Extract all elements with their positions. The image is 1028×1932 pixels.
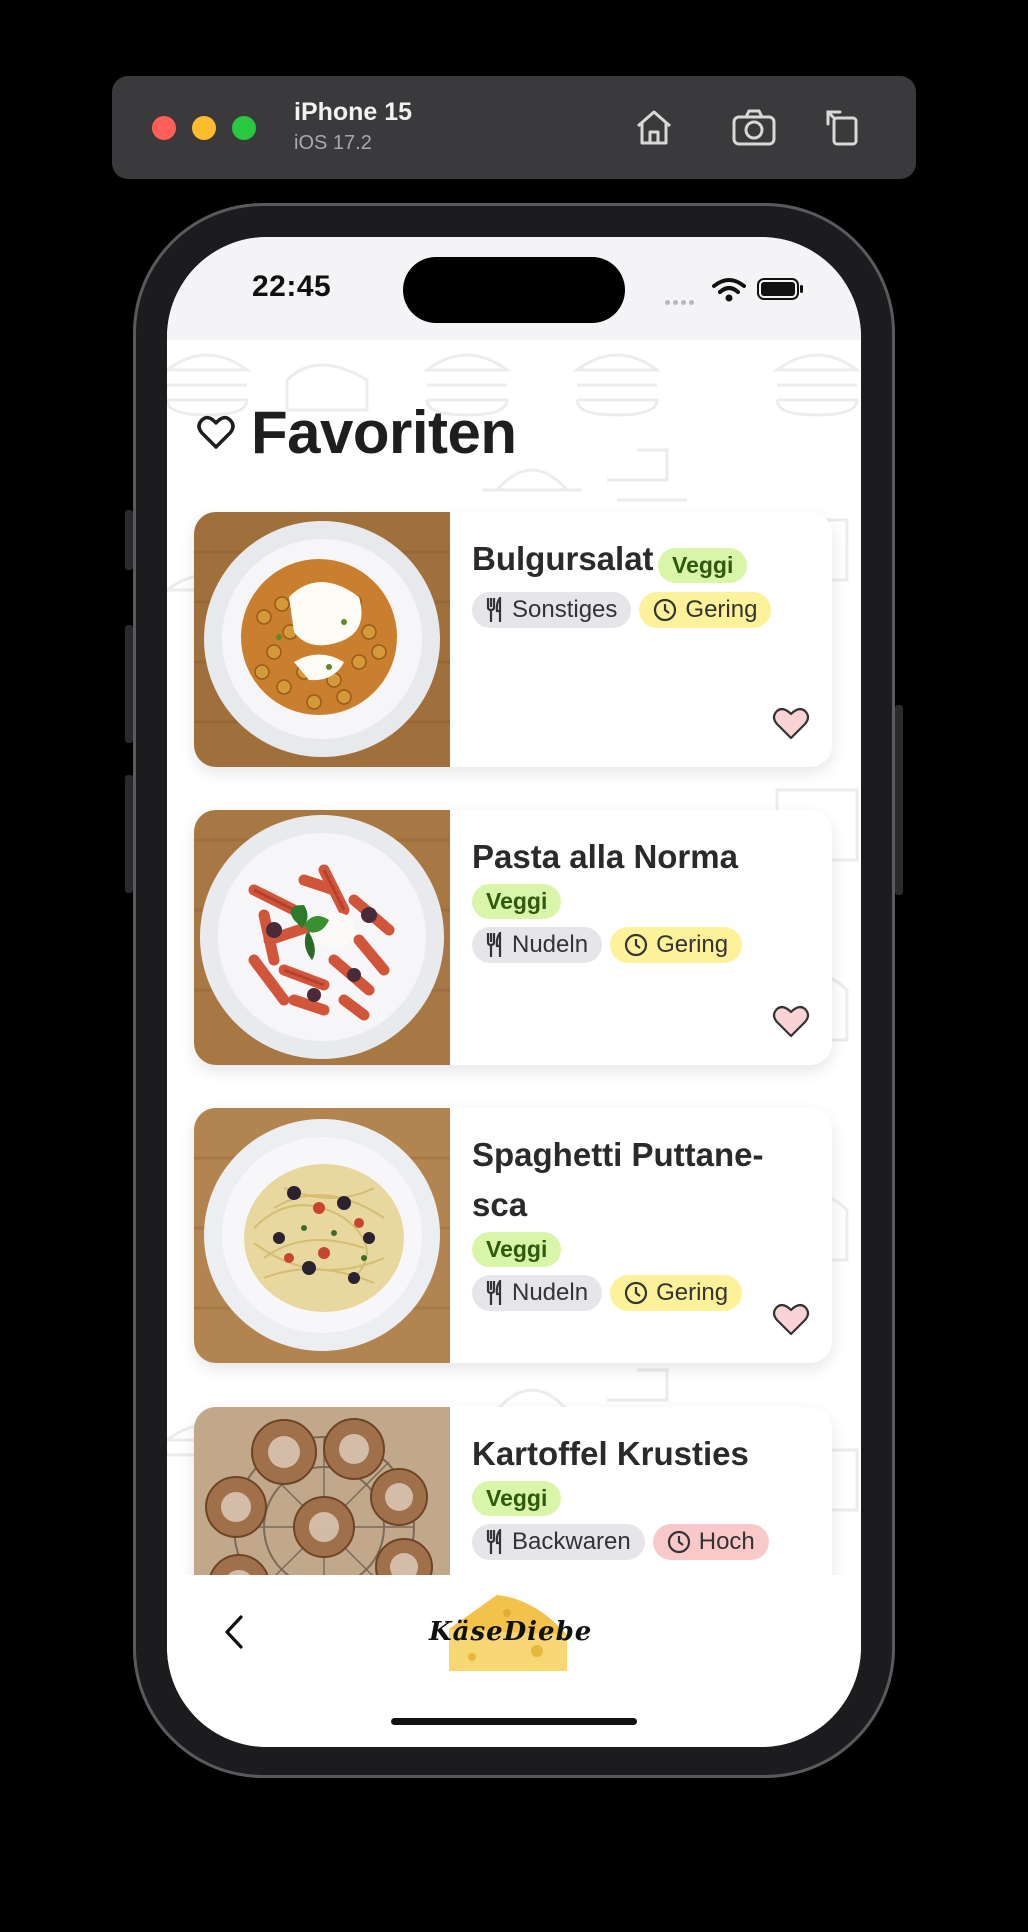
clock-icon [624, 1281, 648, 1305]
recipe-name-continued: sca [472, 1186, 528, 1223]
rotate-icon[interactable] [818, 102, 870, 154]
power-button [895, 705, 903, 895]
recipe-name: Kartoffel Krusties [472, 1435, 749, 1472]
recipe-info: Spaghetti Puttane- sca Veggi Nudeln Geri… [472, 1130, 822, 1311]
dynamic-island [403, 257, 625, 323]
cutlery-icon [486, 597, 502, 622]
recipe-name: Bulgursalat [472, 540, 654, 577]
favorite-heart-icon[interactable] [772, 1303, 810, 1337]
effort-label: Gering [685, 596, 758, 623]
recipe-info: Pasta alla Norma Veggi Nudeln Gering [472, 832, 822, 963]
veggi-badge: Veggi [472, 884, 562, 919]
effort-label: Gering [656, 1279, 729, 1306]
category-label: Backwaren [512, 1528, 631, 1555]
recipe-info: Kartoffel Krusties Veggi Backwaren Hoch [472, 1429, 822, 1560]
category-label: Nudeln [512, 931, 589, 958]
veggi-badge: Veggi [658, 548, 748, 584]
category-tag: Backwaren [472, 1524, 645, 1560]
status-bar: 22:45 [167, 237, 861, 340]
category-label: Sonstiges [512, 596, 618, 623]
recipe-name: Spaghetti Puttane- [472, 1136, 764, 1173]
chevron-left-icon[interactable] [222, 1613, 246, 1651]
effort-tag: Gering [610, 927, 743, 963]
volume-up-button [125, 625, 133, 743]
simulator-toolbar: iPhone 15 iOS 17.2 [112, 76, 916, 179]
effort-label: Hoch [698, 1528, 755, 1555]
volume-down-button [125, 775, 133, 893]
effort-tag: Hoch [652, 1524, 769, 1560]
clock-icon [624, 933, 648, 957]
effort-tag: Gering [610, 1275, 743, 1311]
phone-screen: 22:45 Favoriten Bulgursalat Veggi Sonsti… [167, 237, 861, 1747]
cutlery-icon [486, 932, 502, 957]
home-icon[interactable] [628, 102, 680, 154]
device-name: iPhone 15 [294, 98, 413, 126]
bulgur-salad-photo [194, 512, 450, 767]
recipe-info: Bulgursalat Veggi Sonstiges Gering [472, 534, 822, 628]
favorite-heart-icon[interactable] [772, 707, 810, 741]
cutlery-icon [486, 1280, 502, 1305]
favorite-heart-icon[interactable] [772, 1005, 810, 1039]
veggi-badge: Veggi [472, 1232, 562, 1267]
battery-icon [757, 278, 803, 300]
cutlery-icon [486, 1529, 502, 1554]
recipe-card[interactable]: Bulgursalat Veggi Sonstiges Gering [194, 512, 832, 767]
screenshot-icon[interactable] [728, 102, 780, 154]
clock-icon [667, 1530, 690, 1554]
category-tag: Sonstiges [472, 592, 632, 628]
recipe-name: Pasta alla Norma [472, 838, 738, 875]
veggi-badge: Veggi [472, 1481, 562, 1516]
category-label: Nudeln [512, 1279, 589, 1306]
cellular-signal-icon [665, 292, 697, 310]
effort-tag: Gering [639, 592, 772, 628]
category-tag: Nudeln [472, 927, 603, 963]
spaghetti-photo [194, 1108, 450, 1363]
category-tag: Nudeln [472, 1275, 603, 1311]
recipe-card[interactable]: Pasta alla Norma Veggi Nudeln Gering [194, 810, 832, 1065]
page-title: Favoriten [251, 398, 517, 466]
action-button [125, 510, 133, 570]
heart-outline-icon [197, 415, 235, 449]
zoom-window-button[interactable] [232, 116, 256, 140]
logo-text: KäseDiebe [429, 1617, 593, 1647]
home-indicator[interactable] [391, 1718, 637, 1725]
bottom-bar: KäseDiebe [167, 1575, 861, 1747]
wifi-icon [712, 278, 746, 302]
close-window-button[interactable] [152, 116, 176, 140]
status-time: 22:45 [252, 270, 332, 303]
effort-label: Gering [656, 931, 729, 958]
clock-icon [654, 598, 677, 622]
page-header: Favoriten [197, 397, 517, 467]
minimize-window-button[interactable] [192, 116, 216, 140]
os-version: iOS 17.2 [294, 132, 372, 154]
recipe-card[interactable]: Spaghetti Puttane- sca Veggi Nudeln Geri… [194, 1108, 832, 1363]
penne-photo [194, 810, 450, 1065]
